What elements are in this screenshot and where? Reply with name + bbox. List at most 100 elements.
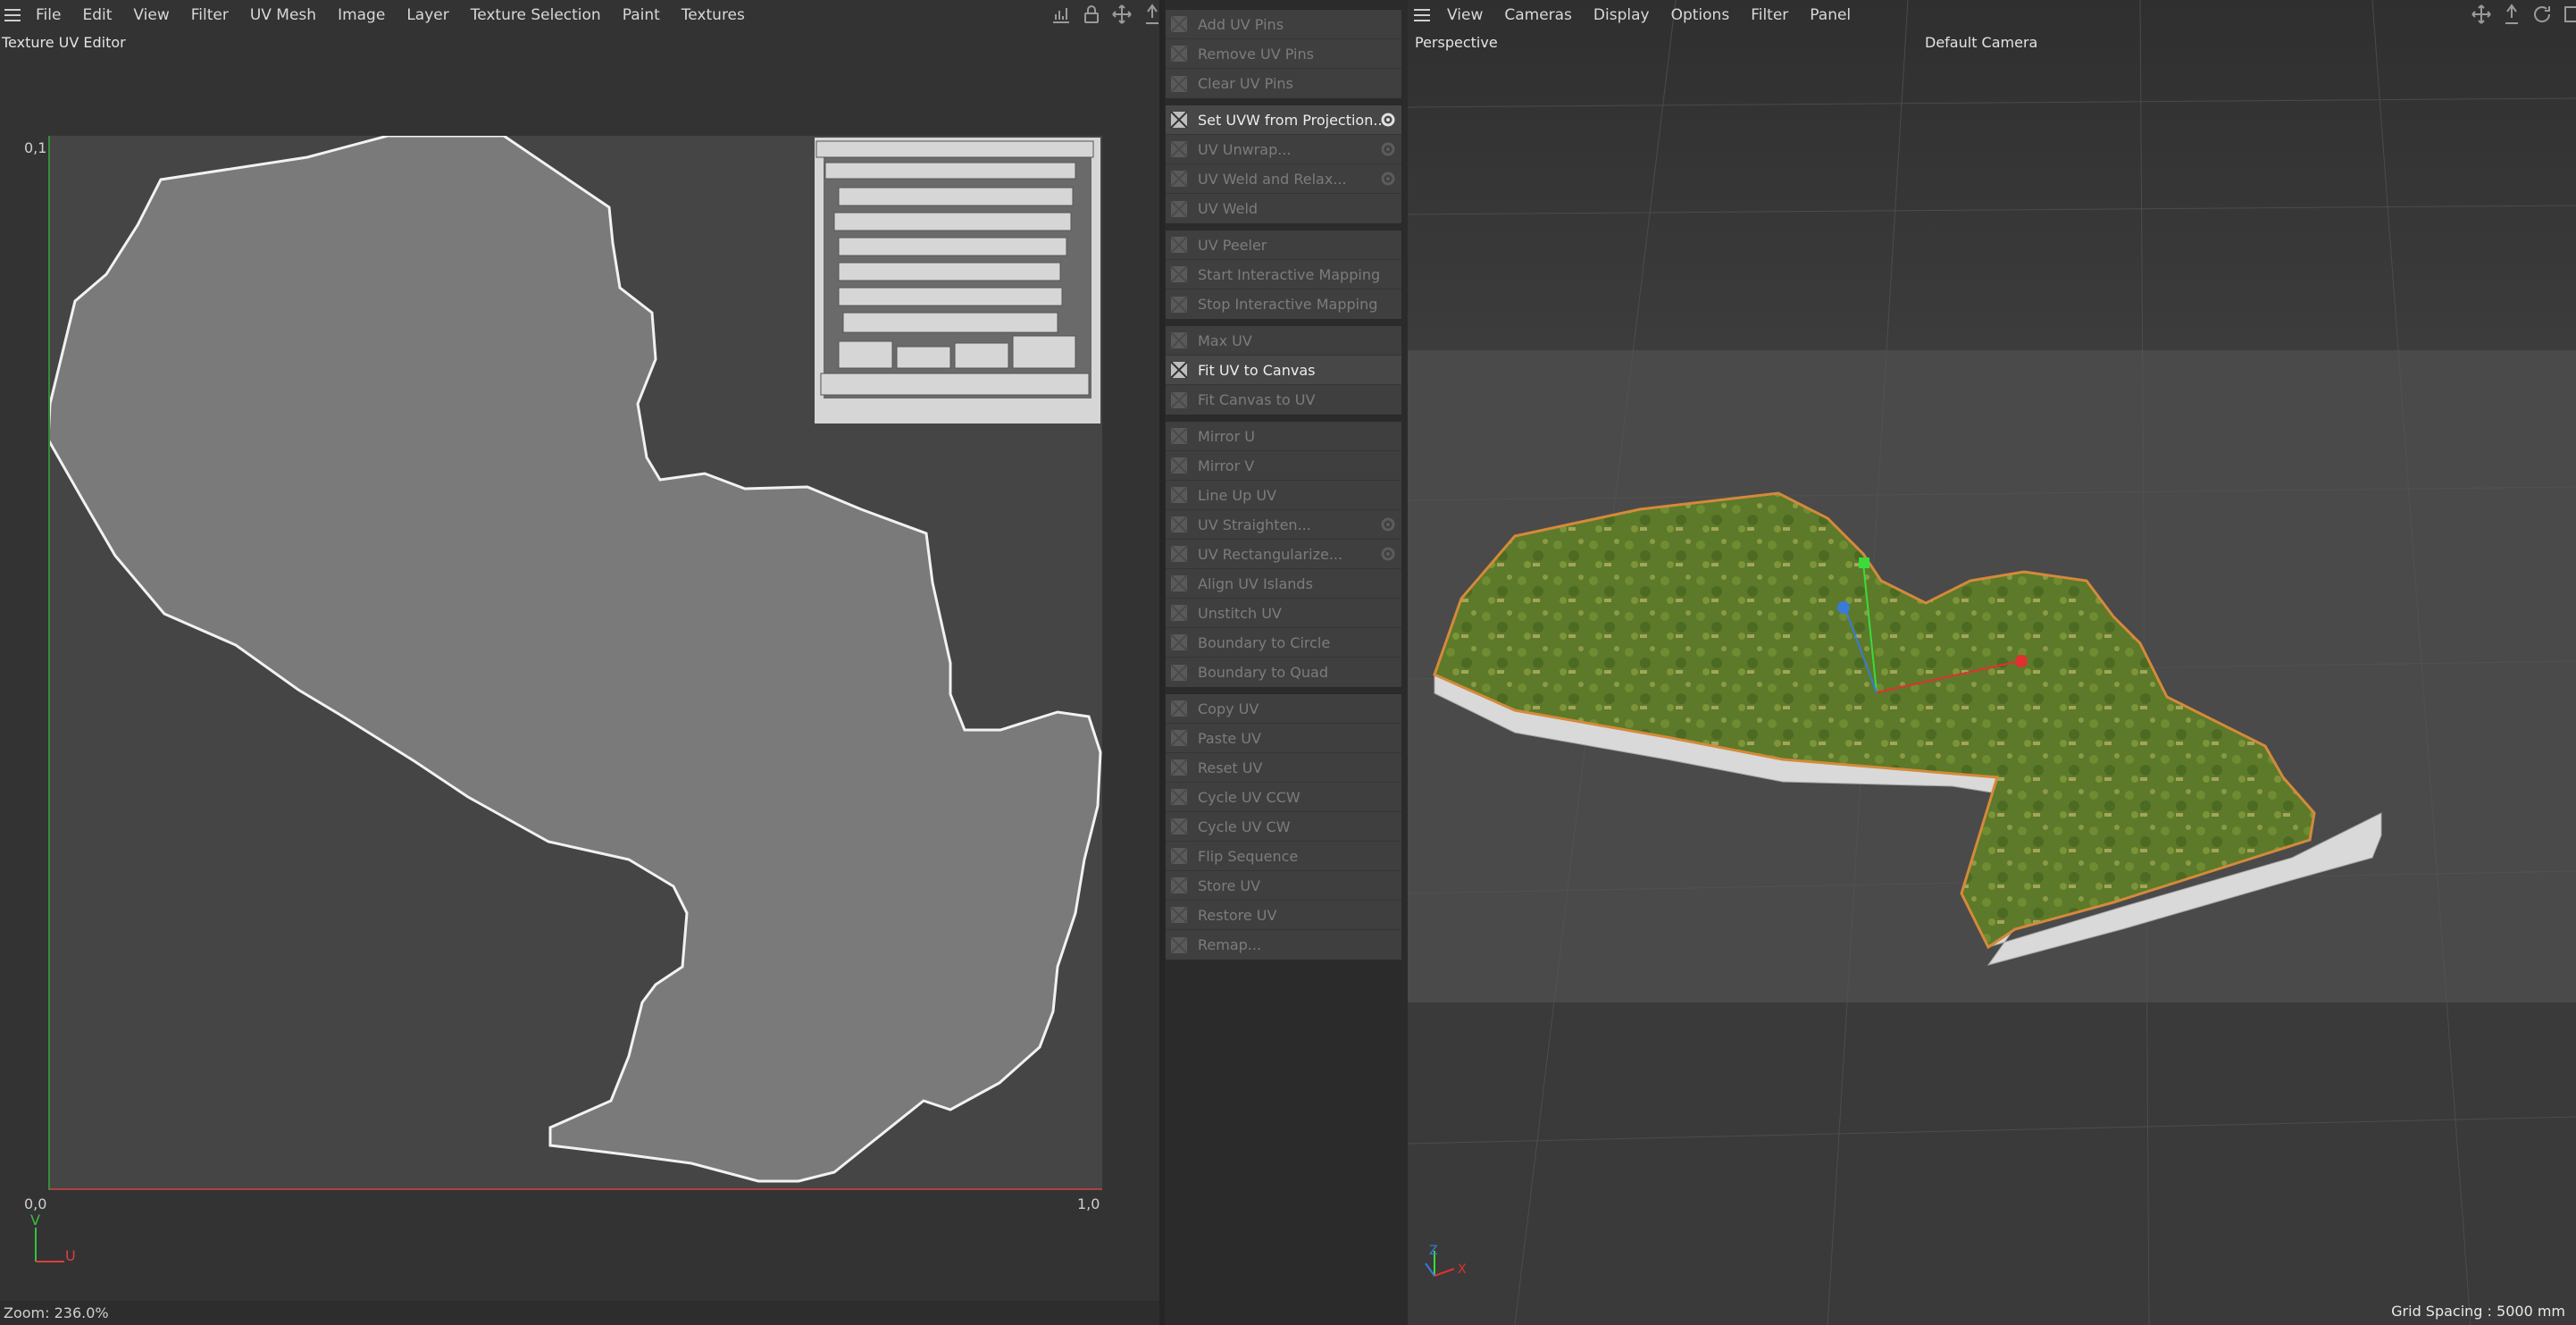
command-boundary-to-circle[interactable]: Boundary to Circle — [1166, 628, 1401, 658]
uv-rectangularize-icon — [1169, 544, 1189, 564]
paste-uv-icon — [1169, 728, 1189, 748]
command-max-uv[interactable]: Max UV — [1166, 326, 1401, 356]
vp-menu-view[interactable]: View — [1436, 6, 1493, 24]
viewport-scene — [1408, 0, 2576, 1325]
command-group: Max UV Fit UV to Canvas Fit Canvas to UV — [1165, 325, 1402, 415]
command-mirror-v[interactable]: Mirror V — [1166, 451, 1401, 481]
command-uv-weld-and-relax[interactable]: UV Weld and Relax... — [1166, 164, 1401, 194]
move-view-icon[interactable] — [2471, 4, 2492, 25]
command-stop-interactive-mapping[interactable]: Stop Interactive Mapping — [1166, 289, 1401, 319]
rotate-view-icon[interactable] — [2531, 4, 2553, 25]
lock-icon[interactable] — [1081, 4, 1102, 25]
command-label: Boundary to Circle — [1198, 633, 1331, 651]
restore-uv-icon — [1169, 905, 1189, 925]
boundary-to-circle-icon — [1169, 633, 1189, 652]
command-cycle-uv-cw[interactable]: Cycle UV CW — [1166, 812, 1401, 842]
hamburger-menu-icon[interactable] — [0, 0, 25, 30]
gear-icon[interactable] — [1380, 141, 1396, 157]
cycle-uv-ccw-icon — [1169, 787, 1189, 807]
menu-paint[interactable]: Paint — [612, 6, 671, 24]
command-uv-weld[interactable]: UV Weld — [1166, 194, 1401, 223]
vp-menu-cameras[interactable]: Cameras — [1493, 6, 1583, 24]
3d-viewport[interactable]: View Cameras Display Options Filter Pane… — [1408, 0, 2576, 1325]
packed-islands-preview — [815, 138, 1100, 423]
uv-editor-panel: File Edit View Filter UV Mesh Image Laye… — [0, 0, 1159, 1325]
command-paste-uv[interactable]: Paste UV — [1166, 724, 1401, 753]
axis-x-label: X — [1458, 1262, 1467, 1277]
command-uv-peeler[interactable]: UV Peeler — [1166, 231, 1401, 260]
menu-edit[interactable]: Edit — [71, 6, 122, 24]
command-line-up-uv[interactable]: Line Up UV — [1166, 481, 1401, 510]
uv-toolbar-icons — [1050, 4, 1163, 25]
command-label: Restore UV — [1198, 906, 1277, 924]
command-align-uv-islands[interactable]: Align UV Islands — [1166, 569, 1401, 599]
menu-texture-selection[interactable]: Texture Selection — [460, 6, 612, 24]
move-icon[interactable] — [1111, 4, 1133, 25]
boundary-to-quad-icon — [1169, 663, 1189, 683]
unstitch-uv-icon — [1169, 603, 1189, 623]
command-label: UV Weld — [1198, 200, 1259, 217]
gear-icon[interactable] — [1380, 516, 1396, 533]
command-cycle-uv-ccw[interactable]: Cycle UV CCW — [1166, 783, 1401, 812]
menu-filter[interactable]: Filter — [180, 6, 239, 24]
command-group: Mirror U Mirror V Line Up UV UV Straighten.… — [1165, 421, 1402, 688]
axis-label-top: 0,1 — [24, 139, 47, 156]
axis-label-right: 1,0 — [1077, 1195, 1100, 1212]
zoom-status: Zoom: 236.0% — [0, 1301, 1159, 1325]
menu-file[interactable]: File — [25, 6, 71, 24]
command-label: Add UV Pins — [1198, 15, 1284, 33]
command-remove-uv-pins[interactable]: Remove UV Pins — [1166, 39, 1401, 69]
command-fit-uv-to-canvas[interactable]: Fit UV to Canvas — [1166, 356, 1401, 385]
command-boundary-to-quad[interactable]: Boundary to Quad — [1166, 658, 1401, 687]
gear-icon[interactable] — [1380, 546, 1396, 562]
command-label: Start Interactive Mapping — [1198, 265, 1381, 283]
store-uv-icon — [1169, 876, 1189, 895]
vp-menu-display[interactable]: Display — [1583, 6, 1660, 24]
menu-layer[interactable]: Layer — [396, 6, 459, 24]
menu-view[interactable]: View — [122, 6, 180, 24]
command-store-uv[interactable]: Store UV — [1166, 871, 1401, 901]
command-label: UV Weld and Relax... — [1198, 170, 1347, 188]
command-flip-sequence[interactable]: Flip Sequence — [1166, 842, 1401, 871]
menu-image[interactable]: Image — [327, 6, 396, 24]
command-uv-straighten[interactable]: UV Straighten... — [1166, 510, 1401, 540]
command-uv-unwrap[interactable]: UV Unwrap... — [1166, 135, 1401, 164]
command-label: Paste UV — [1198, 729, 1261, 747]
axis-label-origin: 0,0 — [24, 1195, 47, 1212]
mirror-u-icon — [1169, 426, 1189, 446]
command-remap[interactable]: Remap... — [1166, 930, 1401, 960]
gear-icon[interactable] — [1380, 112, 1396, 128]
vp-menu-panel[interactable]: Panel — [1799, 6, 1861, 24]
uv-weld-icon — [1169, 199, 1189, 219]
command-fit-canvas-to-uv[interactable]: Fit Canvas to UV — [1166, 385, 1401, 415]
command-label: Mirror V — [1198, 457, 1255, 474]
maximize-view-icon[interactable] — [2562, 4, 2576, 25]
vp-menu-options[interactable]: Options — [1660, 6, 1741, 24]
command-set-uvw-from-projection[interactable]: Set UVW from Projection... — [1166, 105, 1401, 135]
stop-interactive-mapping-icon — [1169, 295, 1189, 314]
command-copy-uv[interactable]: Copy UV — [1166, 694, 1401, 724]
command-clear-uv-pins[interactable]: Clear UV Pins — [1166, 69, 1401, 98]
command-mirror-u[interactable]: Mirror U — [1166, 422, 1401, 451]
vp-menu-filter[interactable]: Filter — [1740, 6, 1799, 24]
gear-icon[interactable] — [1380, 171, 1396, 187]
histogram-icon[interactable] — [1050, 4, 1072, 25]
command-reset-uv[interactable]: Reset UV — [1166, 753, 1401, 783]
uv-unwrap-icon — [1169, 139, 1189, 159]
command-restore-uv[interactable]: Restore UV — [1166, 901, 1401, 930]
command-label: Mirror U — [1198, 427, 1255, 445]
camera-label[interactable]: Default Camera — [1925, 34, 2037, 51]
viewport-hamburger-icon[interactable] — [1408, 9, 1436, 21]
command-unstitch-uv[interactable]: Unstitch UV — [1166, 599, 1401, 628]
command-start-interactive-mapping[interactable]: Start Interactive Mapping — [1166, 260, 1401, 289]
menu-textures[interactable]: Textures — [671, 6, 756, 24]
menu-uv-mesh[interactable]: UV Mesh — [239, 6, 327, 24]
cycle-uv-cw-icon — [1169, 817, 1189, 836]
remove-uv-pins-icon — [1169, 44, 1189, 63]
command-add-uv-pins[interactable]: Add UV Pins — [1166, 10, 1401, 39]
uv-canvas[interactable] — [48, 136, 1102, 1190]
command-label: UV Straighten... — [1198, 516, 1311, 533]
zoom-view-icon[interactable] — [2501, 4, 2522, 25]
command-group: UV Peeler Start Interactive Mapping Stop I… — [1165, 230, 1402, 320]
command-uv-rectangularize[interactable]: UV Rectangularize... — [1166, 540, 1401, 569]
